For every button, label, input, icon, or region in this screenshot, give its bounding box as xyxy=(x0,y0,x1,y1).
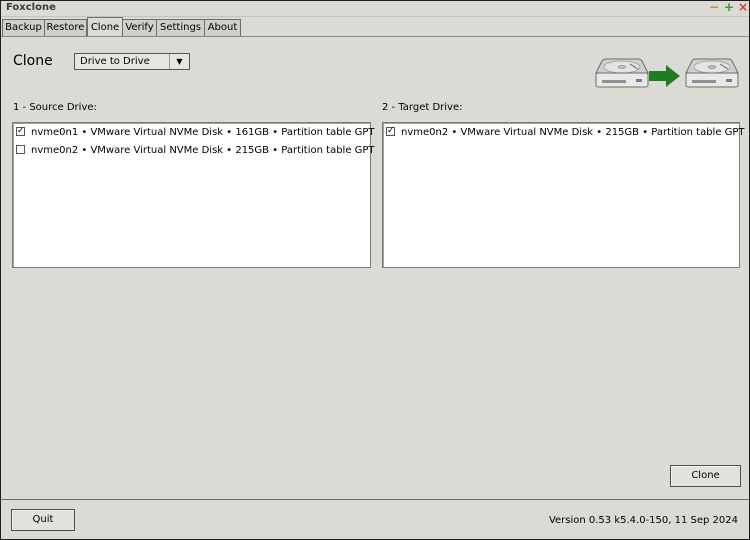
footer-divider xyxy=(1,499,749,500)
clone-button[interactable]: Clone xyxy=(670,465,741,487)
minimize-button[interactable]: − xyxy=(709,1,719,15)
source-drive-checkbox[interactable] xyxy=(16,145,25,154)
source-drive-list[interactable]: ✓ nvme0n1 • VMware Virtual NVMe Disk • 16… xyxy=(12,122,375,268)
tab-divider xyxy=(1,36,749,37)
target-drive-list[interactable]: ✓ nvme0n2 • VMware Virtual NVMe Disk • 21… xyxy=(382,122,745,268)
foxclone-window: Foxclone − + × Backup Restore Clone Veri… xyxy=(0,0,750,540)
target-drive-item-label: nvme0n2 • VMware Virtual NVMe Disk • 215… xyxy=(401,127,745,138)
source-drive-item-label: nvme0n2 • VMware Virtual NVMe Disk • 215… xyxy=(31,145,375,156)
close-button[interactable]: × xyxy=(738,1,748,15)
clone-mode-dropdown[interactable]: Drive to Drive ▼ xyxy=(74,53,190,70)
title-bar[interactable]: Foxclone − + × xyxy=(1,1,749,17)
target-drive-item[interactable]: ✓ nvme0n2 • VMware Virtual NVMe Disk • 21… xyxy=(386,126,745,140)
source-drive-item-label: nvme0n1 • VMware Virtual NVMe Disk • 161… xyxy=(31,127,375,138)
tab-settings[interactable]: Settings xyxy=(156,19,205,36)
tab-clone[interactable]: Clone xyxy=(87,17,123,37)
source-drive-item[interactable]: ✓ nvme0n1 • VMware Virtual NVMe Disk • 16… xyxy=(16,126,375,140)
tab-restore[interactable]: Restore xyxy=(44,19,87,36)
chevron-down-icon[interactable]: ▼ xyxy=(169,54,189,69)
target-drive-label: 2 - Target Drive: xyxy=(382,102,463,113)
source-drive-item[interactable]: nvme0n2 • VMware Virtual NVMe Disk • 215… xyxy=(16,144,375,158)
source-drive-label: 1 - Source Drive: xyxy=(13,102,97,113)
tab-backup[interactable]: Backup xyxy=(2,19,45,36)
maximize-button[interactable]: + xyxy=(724,1,734,15)
clone-mode-value: Drive to Drive xyxy=(80,56,150,67)
check-icon: ✓ xyxy=(387,126,395,136)
hard-drive-icon xyxy=(595,58,649,88)
tab-about[interactable]: About xyxy=(204,19,241,36)
hard-drive-icon xyxy=(685,58,739,88)
arrow-right-icon xyxy=(649,65,680,87)
source-drive-checkbox[interactable]: ✓ xyxy=(16,126,25,136)
check-icon: ✓ xyxy=(17,126,25,136)
version-label: Version 0.53 k5.4.0-150, 11 Sep 2024 xyxy=(548,515,738,526)
quit-button[interactable]: Quit xyxy=(11,509,75,531)
target-drive-checkbox[interactable]: ✓ xyxy=(386,126,395,136)
window-title: Foxclone xyxy=(6,2,56,13)
tab-verify[interactable]: Verify xyxy=(122,19,157,36)
drive-clone-graphic xyxy=(595,58,739,88)
clone-heading: Clone xyxy=(13,53,53,69)
